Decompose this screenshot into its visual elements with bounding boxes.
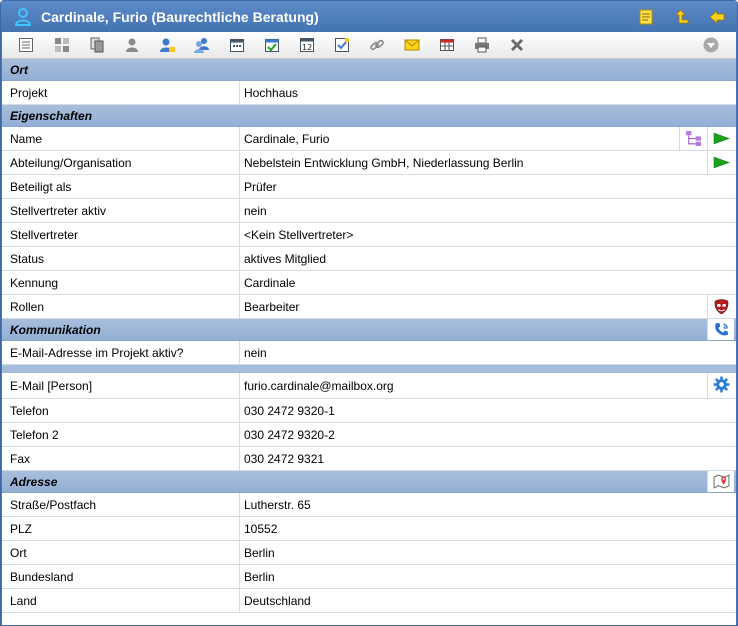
notes-icon[interactable]	[638, 9, 654, 25]
field-value: 030 2472 9321	[244, 452, 325, 466]
print-icon[interactable]	[474, 37, 490, 53]
section-title: Eigenschaften	[10, 109, 93, 123]
row-telefon-2: Telefon 2 030 2472 9320-2	[2, 423, 736, 447]
details-panel: Ort Projekt Hochhaus Eigenschaften Name …	[2, 59, 736, 625]
field-label: Rollen	[2, 295, 240, 318]
field-value: 030 2472 9320-1	[244, 404, 335, 418]
field-label: Ort	[2, 541, 240, 564]
field-label: Stellvertreter aktiv	[2, 199, 240, 222]
field-value: <Kein Stellvertreter>	[244, 228, 354, 242]
svg-text:12: 12	[302, 43, 312, 52]
section-header-kommunikation: Kommunikation	[2, 319, 736, 341]
mail-icon[interactable]	[404, 37, 420, 53]
section-header-ort: Ort	[2, 59, 736, 81]
field-value: Lutherstr. 65	[244, 498, 311, 512]
field-label: Projekt	[2, 81, 240, 104]
field-label: E-Mail-Adresse im Projekt aktiv?	[2, 341, 240, 364]
field-label: Straße/Postfach	[2, 493, 240, 516]
person-icon[interactable]	[124, 37, 140, 53]
field-label: Telefon	[2, 399, 240, 422]
field-value: Cardinale, Furio	[244, 132, 330, 146]
row-bundesland: Bundesland Berlin	[2, 565, 736, 589]
field-label: E-Mail [Person]	[2, 373, 240, 398]
row-abteilung: Abteilung/Organisation Nebelstein Entwic…	[2, 151, 736, 175]
person-edit-icon[interactable]	[159, 37, 175, 53]
row-stellvertreter-aktiv: Stellvertreter aktiv nein	[2, 199, 736, 223]
play-green-icon[interactable]	[707, 127, 734, 150]
link-icon[interactable]	[369, 37, 385, 53]
row-kennung: Kennung Cardinale	[2, 271, 736, 295]
field-value: Bearbeiter	[244, 300, 300, 314]
window-title: Cardinale, Furio (Baurechtliche Beratung…	[41, 9, 319, 25]
field-label: Beteiligt als	[2, 175, 240, 198]
table-icon[interactable]	[439, 37, 455, 53]
field-value: 10552	[244, 522, 278, 536]
window: Cardinale, Furio (Baurechtliche Beratung…	[0, 0, 738, 626]
persons-icon[interactable]	[194, 37, 210, 53]
grid-icon[interactable]	[54, 37, 70, 53]
section-divider	[2, 365, 736, 373]
field-label: Kennung	[2, 271, 240, 294]
field-value: Berlin	[244, 570, 275, 584]
field-value: Deutschland	[244, 594, 311, 608]
row-beteiligt: Beteiligt als Prüfer	[2, 175, 736, 199]
copy-icon[interactable]	[89, 37, 105, 53]
section-header-adresse: Adresse	[2, 471, 736, 493]
row-projekt: Projekt Hochhaus	[2, 81, 736, 105]
calendar-date-icon[interactable]: 12	[299, 37, 315, 53]
field-value: 030 2472 9320-2	[244, 428, 335, 442]
row-strasse: Straße/Postfach Lutherstr. 65	[2, 493, 736, 517]
field-label: Status	[2, 247, 240, 270]
map-pin-icon[interactable]	[707, 471, 734, 492]
field-label: Land	[2, 589, 240, 612]
mask-icon[interactable]	[707, 295, 734, 318]
field-label: Abteilung/Organisation	[2, 151, 240, 174]
calendar-check-icon[interactable]	[264, 37, 280, 53]
row-ort: Ort Berlin	[2, 541, 736, 565]
calendar-icon[interactable]	[229, 37, 245, 53]
field-value: furio.cardinale@mailbox.org	[244, 379, 394, 393]
row-land: Land Deutschland	[2, 589, 736, 613]
back-arrow-icon[interactable]	[709, 9, 725, 25]
user-icon	[15, 8, 31, 26]
play-green-icon[interactable]	[707, 151, 734, 174]
field-value: Hochhaus	[244, 86, 299, 100]
field-value: Berlin	[244, 546, 275, 560]
section-header-eigenschaften: Eigenschaften	[2, 105, 736, 127]
circle-down-icon[interactable]	[703, 37, 719, 53]
field-value: Nebelstein Entwicklung GmbH, Niederlassu…	[244, 156, 524, 170]
up-level-icon[interactable]	[675, 9, 691, 25]
close-icon[interactable]	[509, 37, 525, 53]
field-label: Telefon 2	[2, 423, 240, 446]
field-label: Fax	[2, 447, 240, 470]
section-title: Ort	[10, 63, 28, 77]
field-label: Name	[2, 127, 240, 150]
field-value: nein	[244, 204, 267, 218]
field-value: Prüfer	[244, 180, 277, 194]
row-status: Status aktives Mitglied	[2, 247, 736, 271]
row-name: Name Cardinale, Furio	[2, 127, 736, 151]
row-rollen: Rollen Bearbeiter	[2, 295, 736, 319]
field-label: Stellvertreter	[2, 223, 240, 246]
row-plz: PLZ 10552	[2, 517, 736, 541]
phone-call-icon[interactable]	[707, 319, 734, 340]
section-title: Kommunikation	[10, 323, 101, 337]
title-bar: Cardinale, Furio (Baurechtliche Beratung…	[1, 1, 737, 32]
list-icon[interactable]	[18, 37, 34, 53]
section-title: Adresse	[10, 475, 58, 489]
field-value: Cardinale	[244, 276, 296, 290]
org-tree-icon[interactable]	[679, 127, 706, 150]
field-value: nein	[244, 346, 267, 360]
row-fax: Fax 030 2472 9321	[2, 447, 736, 471]
row-stellvertreter: Stellvertreter <Kein Stellvertreter>	[2, 223, 736, 247]
row-email: E-Mail [Person] furio.cardinale@mailbox.…	[2, 373, 736, 399]
row-telefon: Telefon 030 2472 9320-1	[2, 399, 736, 423]
field-label: Bundesland	[2, 565, 240, 588]
field-label: PLZ	[2, 517, 240, 540]
toolbar: 12	[2, 32, 736, 59]
checklist-icon[interactable]	[334, 37, 350, 53]
field-value: aktives Mitglied	[244, 252, 327, 266]
gear-icon[interactable]	[707, 373, 734, 398]
row-email-aktiv: E-Mail-Adresse im Projekt aktiv? nein	[2, 341, 736, 365]
